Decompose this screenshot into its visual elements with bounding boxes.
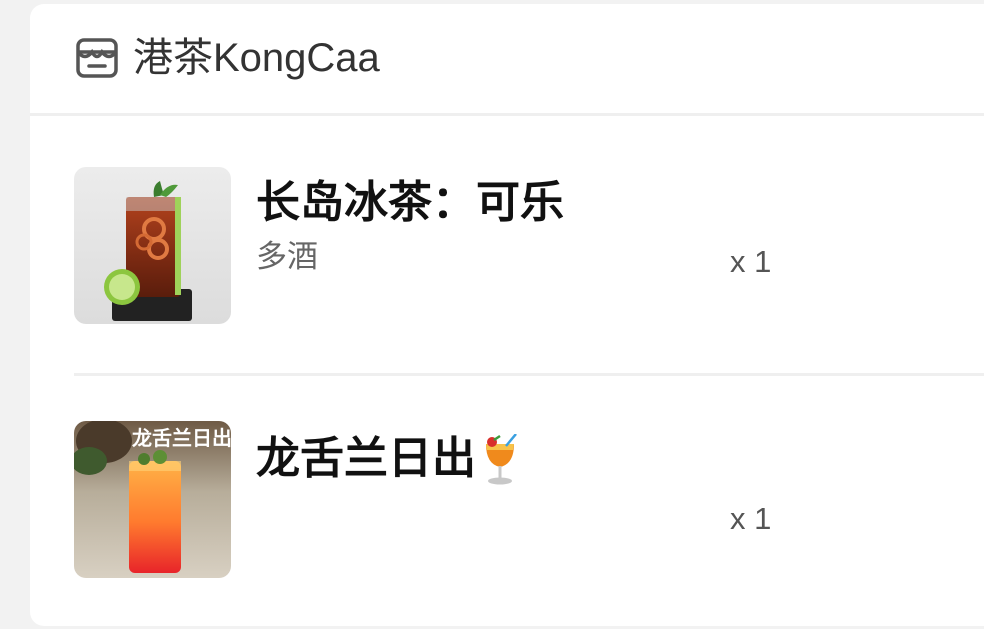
divider (74, 373, 984, 376)
store-name[interactable]: 港茶KongCaa (133, 34, 380, 82)
item-title-text: 龙舌兰日出 (256, 434, 476, 483)
item-quantity: x 1 (730, 501, 772, 536)
order-item[interactable]: 龙舌兰日出 龙舌兰日出 x 1 (30, 421, 984, 585)
image-caption: 龙舌兰日出 (132, 426, 231, 450)
tropical-drink-icon (486, 434, 517, 485)
order-card: 港茶KongCaa 长岛冰茶：可乐 多酒 x 1 龙舌兰日出 龙舌兰日出 x 1 (30, 4, 984, 626)
item-title: 龙舌兰日出 (256, 433, 520, 488)
item-quantity: x 1 (730, 244, 772, 279)
long-island-iced-tea-image (74, 167, 231, 324)
item-title: 长岛冰茶：可乐 (256, 178, 564, 227)
order-item[interactable]: 长岛冰茶：可乐 多酒 x 1 (30, 167, 984, 327)
store-icon (76, 38, 118, 78)
item-option: 多酒 (256, 239, 318, 274)
tequila-sunrise-image: 龙舌兰日出 (74, 421, 231, 578)
store-header[interactable]: 港茶KongCaa (30, 4, 984, 116)
